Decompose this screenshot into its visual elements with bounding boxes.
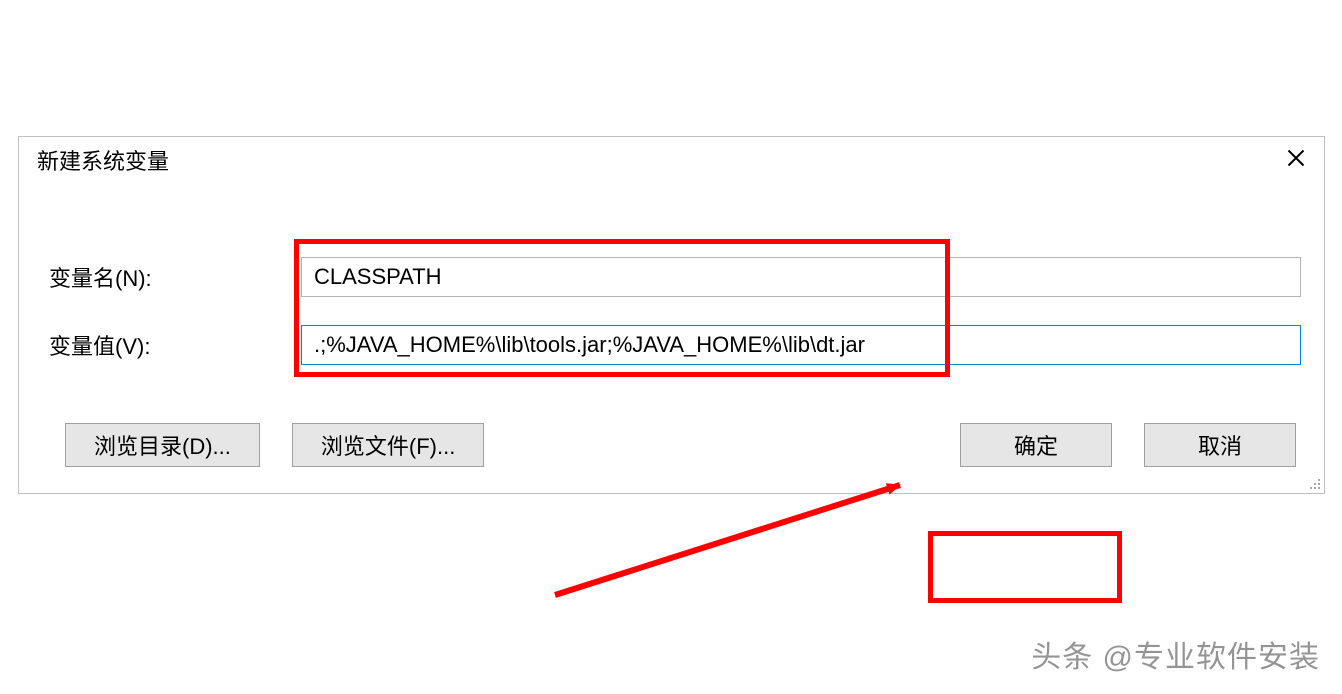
- ok-button[interactable]: 确定: [960, 423, 1112, 467]
- cancel-button[interactable]: 取消: [1144, 423, 1296, 467]
- new-system-variable-dialog: 新建系统变量 变量名(N): 变量值(V): 浏览目录(D)... 浏览文件(F…: [18, 136, 1325, 494]
- watermark: 头条 @专业软件安装: [1031, 632, 1320, 676]
- dialog-title: 新建系统变量: [37, 144, 169, 176]
- variable-value-input[interactable]: [301, 325, 1301, 365]
- dialog-button-row: 浏览目录(D)... 浏览文件(F)... 确定 取消: [65, 423, 1296, 467]
- variable-value-label: 变量值(V):: [49, 329, 301, 361]
- variable-name-label: 变量名(N):: [49, 261, 301, 293]
- annotation-highlight-ok: [928, 531, 1122, 603]
- close-icon: [1287, 147, 1305, 173]
- dialog-titlebar: 新建系统变量: [19, 137, 1324, 183]
- button-spacer: [516, 423, 928, 467]
- resize-grip-icon[interactable]: [1307, 476, 1321, 490]
- watermark-text: 头条 @专业软件安装: [1031, 632, 1320, 676]
- browse-file-button[interactable]: 浏览文件(F)...: [292, 423, 484, 467]
- close-button[interactable]: [1274, 141, 1318, 179]
- browse-directory-button[interactable]: 浏览目录(D)...: [65, 423, 260, 467]
- variable-name-row: 变量名(N):: [49, 257, 1301, 297]
- variable-name-input[interactable]: [301, 257, 1301, 297]
- variable-value-row: 变量值(V):: [49, 325, 1301, 365]
